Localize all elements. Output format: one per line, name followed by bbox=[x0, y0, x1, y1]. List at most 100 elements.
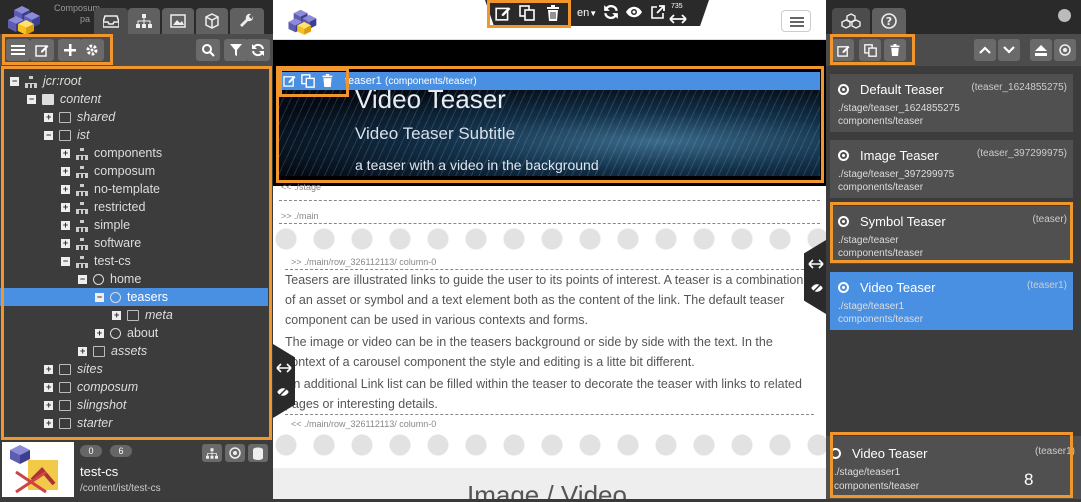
expand-icon[interactable]: + bbox=[61, 220, 70, 230]
collapse-icon[interactable]: − bbox=[44, 130, 53, 140]
dragged-component-card[interactable]: Video Teaser (teaser1) ./stage/teaser1 c… bbox=[826, 436, 1081, 499]
edit-button[interactable] bbox=[495, 3, 517, 23]
move-up-button[interactable] bbox=[974, 39, 996, 61]
tree-node[interactable]: + assets bbox=[0, 342, 268, 360]
reload-button[interactable] bbox=[603, 4, 619, 25]
tree-node[interactable]: − home bbox=[0, 270, 268, 288]
copy-button[interactable] bbox=[519, 3, 541, 23]
target-button[interactable] bbox=[1054, 39, 1076, 61]
status-dot[interactable] bbox=[1058, 9, 1071, 22]
eject-button[interactable] bbox=[1030, 39, 1052, 61]
expand-icon[interactable]: + bbox=[44, 400, 53, 410]
tree-node[interactable]: + restricted bbox=[0, 198, 268, 216]
tab-tree[interactable] bbox=[128, 8, 160, 34]
expand-icon[interactable]: + bbox=[95, 328, 104, 338]
tree-node[interactable]: − jcr:root bbox=[0, 72, 268, 90]
external-link-icon bbox=[651, 5, 665, 19]
settings-button[interactable] bbox=[80, 39, 104, 61]
question-icon: ? bbox=[881, 13, 897, 29]
language-select[interactable]: en▼ bbox=[577, 7, 597, 19]
crumb-stage: << ./stage bbox=[281, 182, 322, 192]
tree-node[interactable]: − content bbox=[0, 90, 268, 108]
stage-teaser[interactable]: teaser1 (components/teaser) Video Teaser… bbox=[273, 68, 826, 186]
edit-component-button[interactable] bbox=[832, 39, 854, 61]
cube-icon bbox=[205, 13, 219, 29]
tree-node[interactable]: + composum bbox=[0, 162, 268, 180]
tree-node[interactable]: + meta bbox=[0, 306, 268, 324]
expand-icon[interactable]: + bbox=[61, 148, 70, 158]
tree-node-label: composum bbox=[77, 380, 139, 394]
teaser-subtitle: Video Teaser Subtitle bbox=[355, 124, 516, 143]
expand-icon[interactable]: + bbox=[61, 238, 70, 248]
tab-tools[interactable] bbox=[230, 8, 264, 34]
site-target-button[interactable] bbox=[225, 444, 245, 462]
tree-node-selected[interactable]: − teasers bbox=[0, 288, 268, 306]
collapse-icon[interactable]: − bbox=[78, 274, 87, 284]
copy-component-button[interactable] bbox=[859, 39, 881, 61]
expand-icon[interactable]: + bbox=[44, 418, 53, 428]
composum-logo[interactable] bbox=[4, 2, 50, 36]
component-card[interactable]: Video Teaser (teaser1) ./stage/teaser1 comp… bbox=[830, 272, 1073, 330]
tree-node[interactable]: + software bbox=[0, 234, 268, 252]
collapse-icon[interactable]: − bbox=[10, 76, 19, 86]
open-external-button[interactable] bbox=[651, 5, 665, 24]
tree-node[interactable]: + shared bbox=[0, 108, 268, 126]
width-toggle[interactable] bbox=[669, 11, 687, 26]
site-database-button[interactable] bbox=[248, 444, 268, 462]
component-card[interactable]: Image Teaser (teaser_397299975) ./stage/te… bbox=[830, 140, 1073, 198]
tab-images[interactable] bbox=[162, 8, 194, 34]
tree-node[interactable]: + components bbox=[0, 144, 268, 162]
tree-node[interactable]: + starter bbox=[0, 414, 268, 432]
tab-components-tree[interactable] bbox=[832, 8, 870, 34]
tab-components[interactable] bbox=[196, 8, 228, 34]
site-tree-button[interactable] bbox=[202, 444, 222, 462]
edit-page-button[interactable] bbox=[30, 39, 54, 61]
expand-icon[interactable]: + bbox=[44, 364, 53, 374]
component-edit-button[interactable] bbox=[283, 74, 296, 90]
component-name: teaser1 bbox=[345, 75, 382, 87]
tree-node[interactable]: − ist bbox=[0, 126, 268, 144]
component-card[interactable]: Default Teaser (teaser_1624855275) ./stage… bbox=[830, 74, 1073, 132]
tree-node[interactable]: + composum bbox=[0, 378, 268, 396]
tab-pages[interactable] bbox=[94, 8, 128, 34]
site-logo[interactable] bbox=[285, 4, 325, 43]
menu-button[interactable] bbox=[6, 39, 30, 61]
delete-component-button[interactable] bbox=[884, 39, 906, 61]
expand-icon[interactable]: + bbox=[61, 202, 70, 212]
expand-icon[interactable]: + bbox=[61, 184, 70, 194]
tree-node-label: software bbox=[94, 236, 142, 250]
hamburger-button[interactable] bbox=[781, 10, 811, 32]
tab-help[interactable]: ? bbox=[872, 8, 906, 34]
folder-icon bbox=[59, 129, 71, 141]
collapse-icon[interactable]: − bbox=[27, 94, 36, 104]
expand-icon[interactable]: + bbox=[78, 346, 87, 356]
content-tree: − jcr:root − content + shared − ist + components +… bbox=[0, 66, 273, 438]
delete-button[interactable] bbox=[545, 3, 567, 23]
tree-node[interactable]: + sites bbox=[0, 360, 268, 378]
tree-node[interactable]: + about bbox=[0, 324, 268, 342]
filter-button[interactable] bbox=[224, 39, 248, 61]
card-key: (teaser) bbox=[1032, 214, 1067, 225]
expand-icon[interactable]: + bbox=[61, 166, 70, 176]
stage-end: << ./stage bbox=[273, 182, 826, 204]
component-card[interactable]: Symbol Teaser (teaser) ./stage/teaser compo… bbox=[830, 206, 1073, 264]
collapse-icon[interactable]: − bbox=[95, 292, 104, 302]
tree-node[interactable]: + simple bbox=[0, 216, 268, 234]
expand-icon[interactable]: + bbox=[44, 382, 53, 392]
tree-node[interactable]: + no-template bbox=[0, 180, 268, 198]
component-delete-button[interactable] bbox=[321, 74, 334, 90]
preview-button[interactable] bbox=[625, 5, 643, 24]
tree-node[interactable]: + slingshot bbox=[0, 396, 268, 414]
tree-node[interactable]: − test-cs bbox=[0, 252, 268, 270]
refresh-button[interactable] bbox=[246, 39, 270, 61]
add-button[interactable] bbox=[58, 39, 82, 61]
expand-icon[interactable]: + bbox=[44, 112, 53, 122]
expand-icon[interactable]: + bbox=[112, 310, 121, 320]
collapse-icon[interactable]: − bbox=[61, 256, 70, 266]
move-down-button[interactable] bbox=[998, 39, 1020, 61]
tree-node-label: starter bbox=[77, 416, 113, 430]
site-card[interactable]: 0 6 test-cs /content/ist/test-cs bbox=[0, 440, 273, 499]
component-copy-button[interactable] bbox=[301, 74, 315, 91]
search-button[interactable] bbox=[196, 39, 220, 61]
globe-icon bbox=[110, 327, 121, 339]
